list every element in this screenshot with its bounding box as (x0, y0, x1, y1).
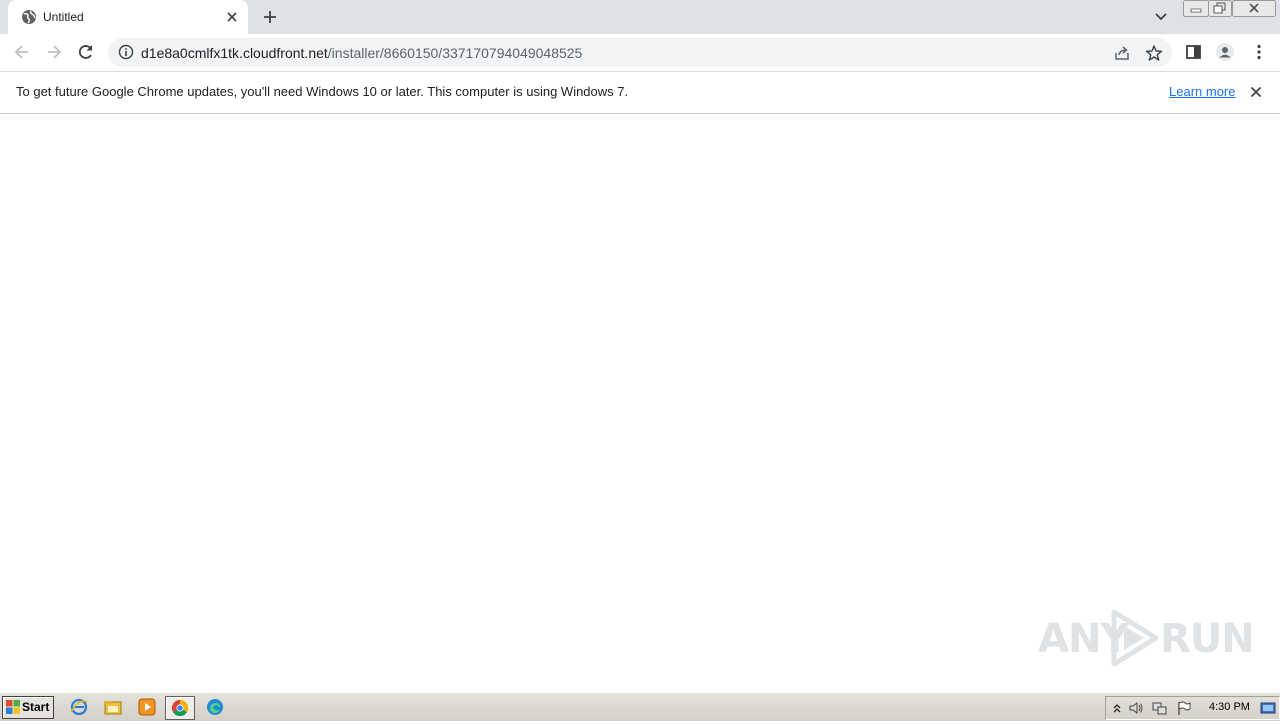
show-desktop-icon[interactable] (1260, 700, 1276, 716)
new-tab-plus-icon[interactable] (260, 7, 280, 27)
reload-icon[interactable] (76, 42, 96, 62)
play-logo-icon (1111, 609, 1159, 667)
address-bar[interactable]: d1e8a0cmlfx1tk.cloudfront.net/installer/… (108, 38, 1172, 67)
forward-arrow-icon[interactable] (44, 42, 64, 62)
file-explorer-icon[interactable] (104, 698, 122, 716)
anyrun-watermark: ANY RUN (1038, 608, 1255, 668)
url-path: /installer/8660150/337170794049048525 (327, 45, 583, 61)
infobar-message: To get future Google Chrome updates, you… (16, 84, 629, 99)
start-label: Start (22, 700, 50, 714)
chevron-down-icon[interactable] (1152, 9, 1170, 25)
url-host: d1e8a0cmlfx1tk.cloudfront.net (141, 45, 328, 61)
url-text[interactable]: d1e8a0cmlfx1tk.cloudfront.net/installer/… (141, 45, 582, 61)
minimize-icon[interactable] (1183, 0, 1209, 18)
edge-icon[interactable] (206, 698, 224, 716)
media-player-icon[interactable] (138, 698, 156, 716)
globe-icon (21, 9, 37, 25)
share-icon[interactable] (1113, 44, 1131, 62)
taskbar-clock[interactable]: 4:30 PM (1209, 701, 1250, 713)
tab-untitled[interactable]: Untitled (8, 0, 248, 34)
window-close-icon[interactable] (1232, 0, 1276, 18)
more-menu-icon[interactable] (1249, 42, 1269, 62)
watermark-right-text: RUN (1160, 616, 1255, 662)
tab-strip: Untitled (0, 0, 1280, 34)
learn-more-link[interactable]: Learn more (1169, 84, 1235, 99)
start-button[interactable]: Start (2, 696, 54, 719)
windows-logo-icon (6, 700, 20, 714)
side-panel-icon[interactable] (1184, 42, 1204, 62)
volume-icon[interactable] (1128, 700, 1144, 716)
back-arrow-icon[interactable] (12, 42, 32, 62)
chrome-icon[interactable] (165, 696, 195, 720)
restore-icon[interactable] (1208, 0, 1232, 18)
update-infobar: To get future Google Chrome updates, you… (0, 71, 1280, 114)
page-content (0, 114, 1280, 692)
browser-toolbar: d1e8a0cmlfx1tk.cloudfront.net/installer/… (0, 34, 1280, 71)
bookmark-star-icon[interactable] (1145, 44, 1163, 62)
network-icon[interactable] (1152, 700, 1168, 716)
profile-avatar-icon[interactable] (1215, 42, 1235, 62)
action-center-flag-icon[interactable] (1176, 700, 1192, 716)
internet-explorer-icon[interactable] (70, 698, 88, 716)
show-hidden-icons-icon[interactable] (1109, 700, 1125, 716)
tab-close-icon[interactable] (225, 10, 239, 24)
tab-title: Untitled (43, 10, 84, 24)
system-tray: 4:30 PM (1105, 696, 1280, 720)
infobar-close-icon[interactable] (1249, 85, 1263, 99)
info-icon[interactable] (118, 44, 134, 60)
windows-taskbar: Start 4:30 PM (0, 692, 1280, 721)
